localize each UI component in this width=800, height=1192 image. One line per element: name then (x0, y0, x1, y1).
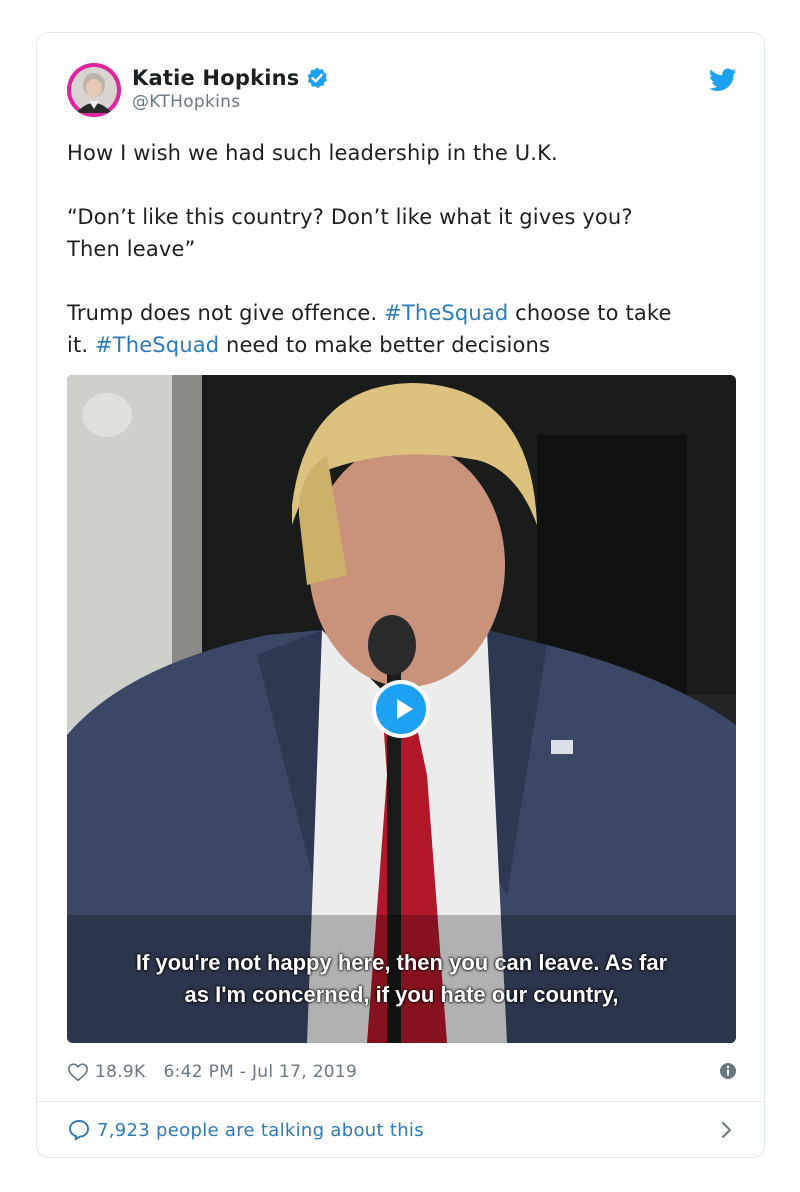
video-player[interactable]: If you're not happy here, then you can l… (67, 375, 736, 1043)
heart-icon[interactable] (67, 1061, 89, 1083)
tweet-card: Katie Hopkins @KTHopkins How I wish we h… (36, 32, 765, 1158)
caption-line: If you're not happy here, then you can l… (135, 950, 668, 975)
tweet-header: Katie Hopkins @KTHopkins (67, 63, 737, 119)
conversation-label[interactable]: 7,923 people are talking about this (97, 1120, 424, 1141)
tweet-line: “Don’t like this country? Don’t like wha… (67, 205, 633, 229)
verified-badge-icon (308, 67, 328, 89)
hashtag-link[interactable]: #TheSquad (95, 333, 219, 357)
tweet-line: Trump does not give offence. #TheSquad c… (67, 297, 737, 329)
tweet-line: it. #TheSquad need to make better decisi… (67, 329, 737, 361)
author-info[interactable]: Katie Hopkins @KTHopkins (132, 66, 329, 112)
info-icon[interactable] (719, 1062, 737, 1080)
video-caption: If you're not happy here, then you can l… (67, 947, 736, 1011)
author-handle[interactable]: @KTHopkins (132, 92, 329, 112)
play-icon (376, 684, 426, 734)
chevron-right-icon[interactable] (719, 1120, 735, 1140)
tweet-text: How I wish we had such leadership in the… (67, 137, 737, 361)
author-display-name[interactable]: Katie Hopkins (132, 66, 299, 90)
tweet-line: Then leave” (67, 237, 196, 261)
twitter-bird-icon[interactable] (709, 67, 737, 93)
like-count[interactable]: 18.9K (95, 1062, 146, 1082)
tweet-text-segment: it. (67, 333, 96, 357)
tweet-line: How I wish we had such leadership in the… (67, 141, 558, 165)
avatar-image (67, 63, 121, 117)
conversation-link[interactable]: 7,923 people are talking about this (67, 1116, 737, 1144)
tweet-meta: 18.9K 6:42 PM - Jul 17, 2019 (67, 1059, 737, 1085)
divider (37, 1101, 764, 1102)
tweet-timestamp[interactable]: 6:42 PM - Jul 17, 2019 (164, 1062, 358, 1082)
hashtag-link[interactable]: #TheSquad (384, 301, 508, 325)
tweet-text-segment: choose to take (508, 301, 672, 325)
tweet-text-segment: Trump does not give offence. (67, 301, 385, 325)
tweet-text-segment: need to make better decisions (219, 333, 551, 357)
caption-line: as I'm concerned, if you hate our countr… (184, 982, 619, 1007)
speech-bubble-icon (69, 1120, 89, 1141)
play-button[interactable] (372, 680, 430, 738)
avatar[interactable] (67, 63, 121, 117)
